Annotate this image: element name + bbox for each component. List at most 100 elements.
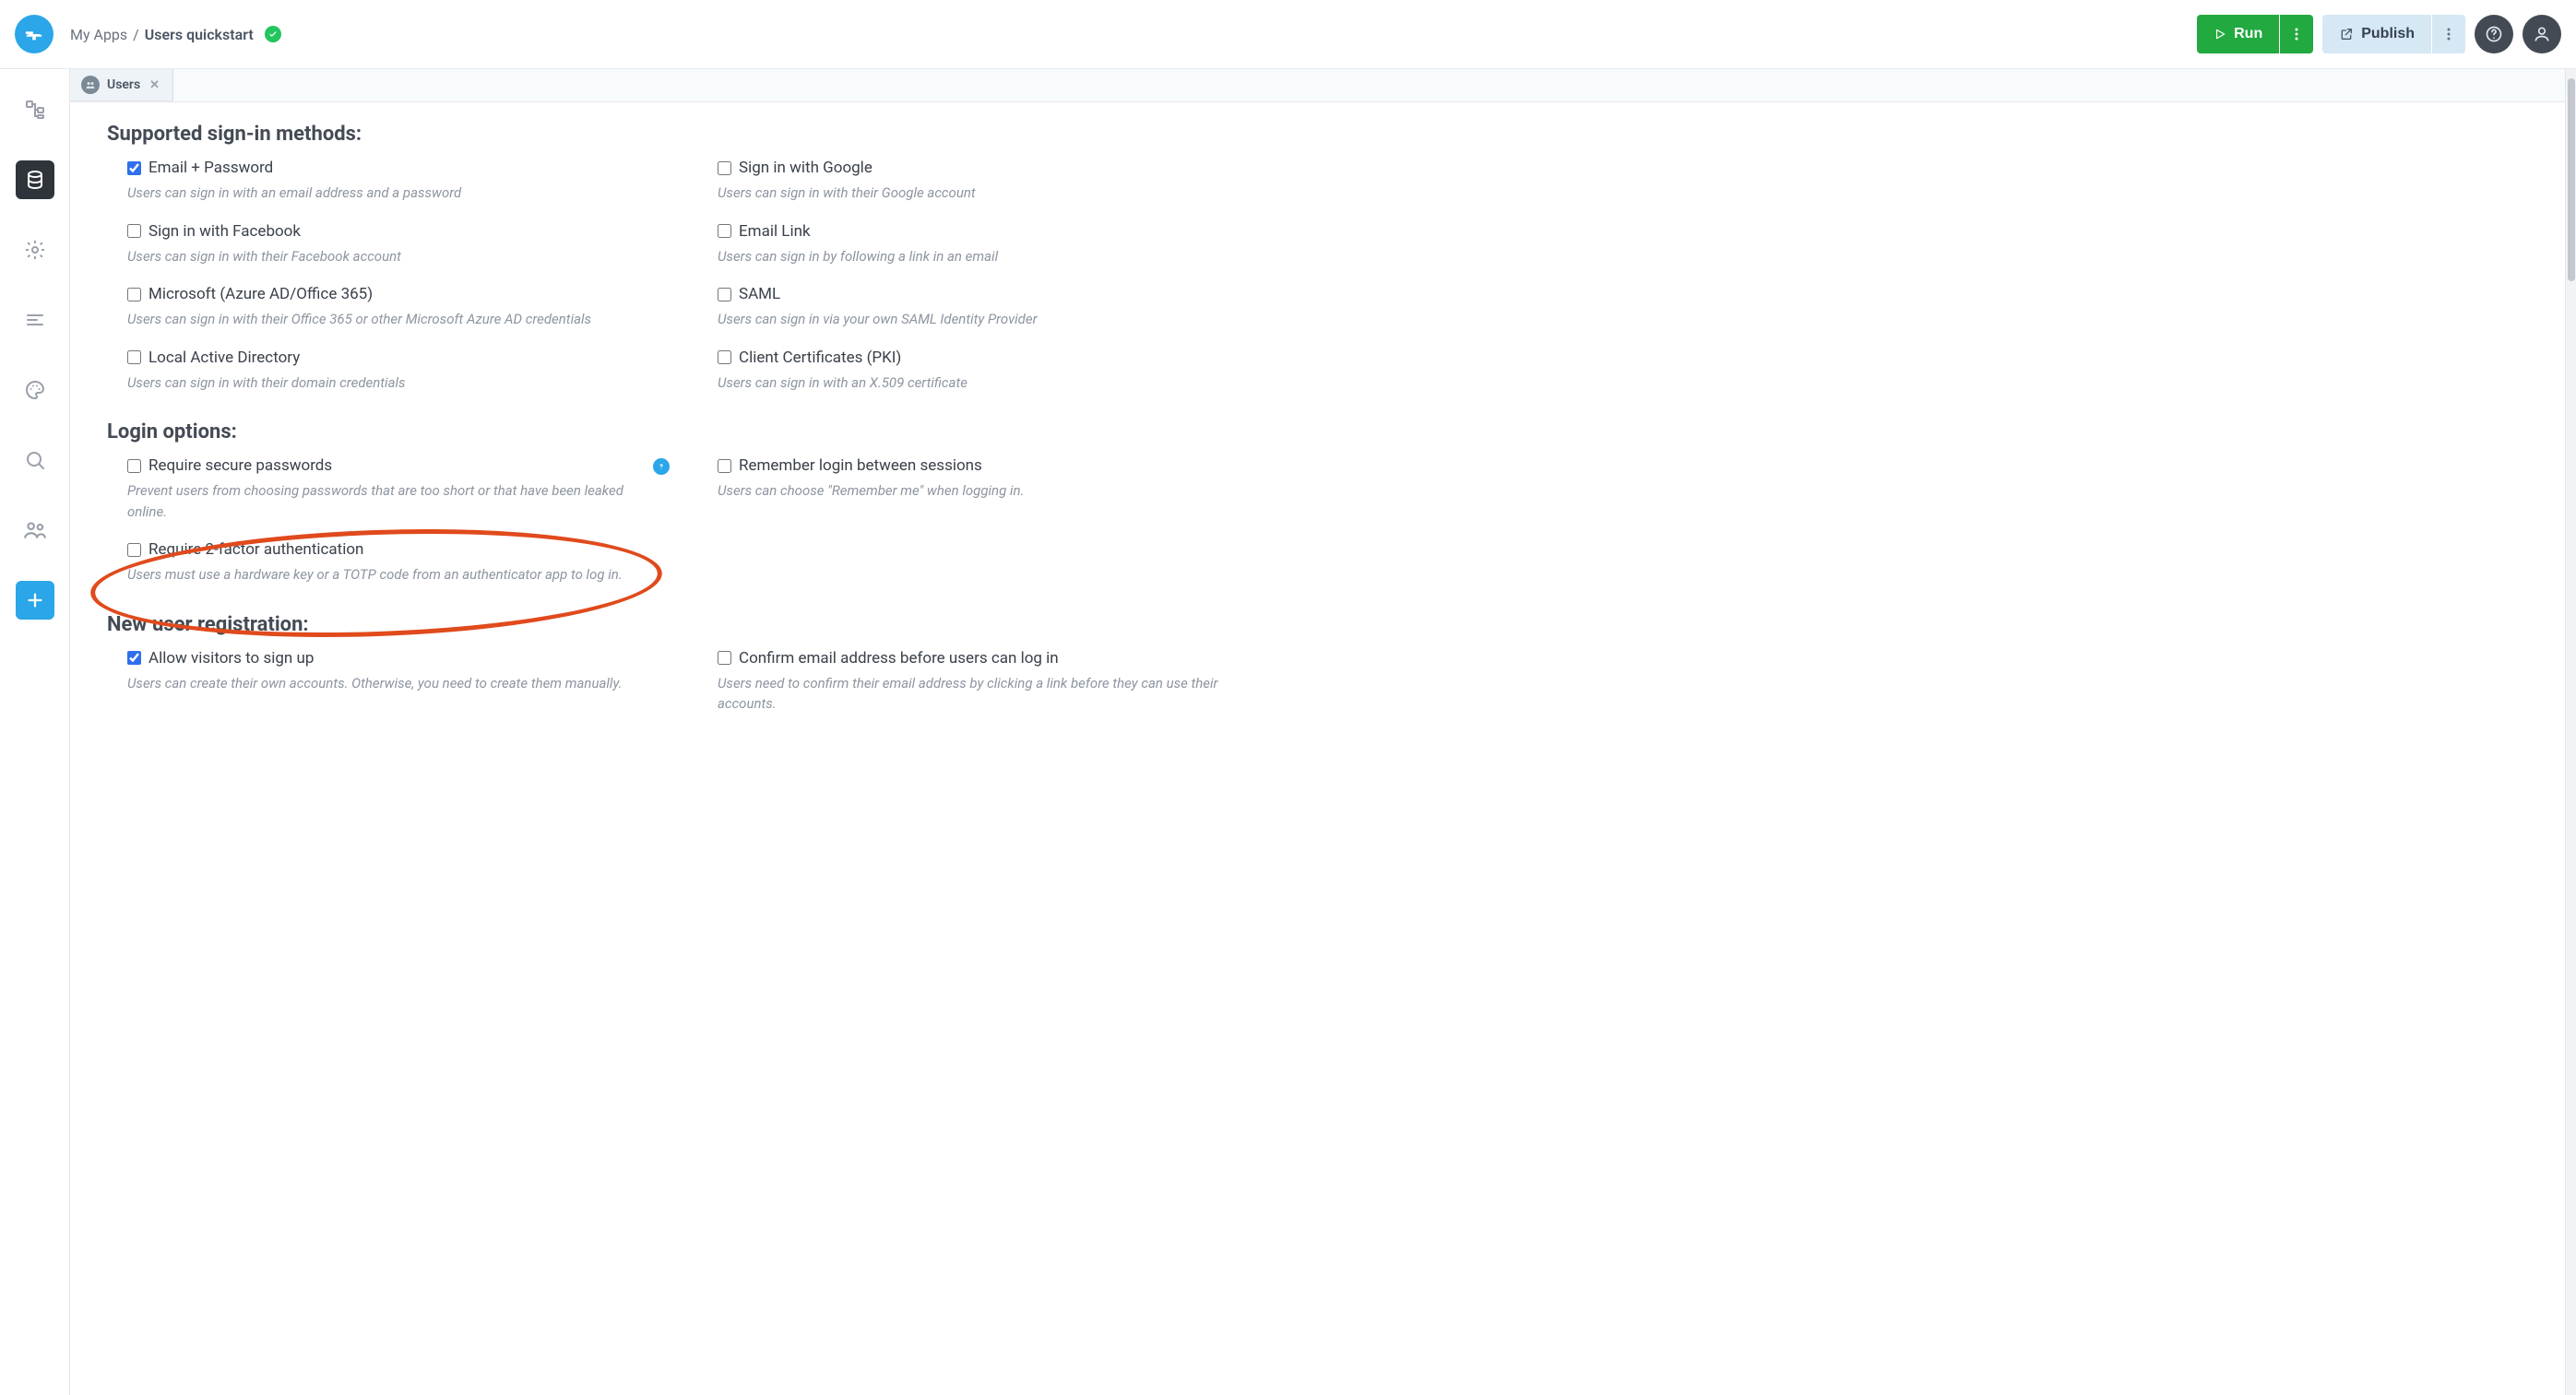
breadcrumb-current[interactable]: Users quickstart: [145, 26, 254, 43]
opt-remember-login: Remember login between sessions Users ca…: [718, 456, 1271, 522]
palette-icon: [24, 379, 46, 401]
more-vertical-icon: [2447, 28, 2451, 41]
opt-label: Require 2-factor authentication: [148, 540, 363, 559]
more-vertical-icon: [2295, 28, 2298, 41]
opt-desc: Users can sign in via your own SAML Iden…: [718, 309, 1241, 330]
section-title-login: Login options:: [107, 420, 2528, 443]
opt-local-ad: Local Active Directory Users can sign in…: [127, 349, 681, 394]
tree-icon: [24, 99, 46, 121]
opt-label: Email + Password: [148, 159, 273, 177]
opt-email-link: Email Link Users can sign in by followin…: [718, 222, 1271, 267]
opt-secure-passwords: Require secure passwords Prevent users f…: [127, 456, 681, 522]
topbar-actions: Run Publish: [2197, 15, 2561, 53]
opt-desc: Prevent users from choosing passwords th…: [127, 480, 651, 522]
lines-icon: [24, 309, 46, 331]
checkbox-confirm-email[interactable]: [718, 651, 731, 665]
opt-desc: Users can sign in with their Office 365 …: [127, 309, 651, 330]
opt-label: Local Active Directory: [148, 349, 300, 367]
publish-more-button[interactable]: [2432, 15, 2465, 53]
opt-client-cert: Client Certificates (PKI) Users can sign…: [718, 349, 1271, 394]
opt-confirm-email: Confirm email address before users can l…: [718, 649, 1271, 715]
run-more-button[interactable]: [2280, 15, 2313, 53]
checkbox-email-password[interactable]: [127, 161, 141, 175]
user-icon: [2533, 25, 2551, 43]
opt-2fa: Require 2-factor authentication Users mu…: [127, 540, 681, 585]
tabstrip: Users ✕: [70, 69, 2565, 102]
help-icon: [2485, 25, 2503, 43]
rail-item-users[interactable]: [16, 511, 54, 550]
help-tooltip-button[interactable]: [653, 458, 670, 475]
run-button[interactable]: Run: [2197, 15, 2279, 53]
opt-allow-signup: Allow visitors to sign up Users can crea…: [127, 649, 681, 715]
run-button-label: Run: [2234, 26, 2262, 42]
autosave-ok-badge: [265, 26, 281, 42]
opt-label: Confirm email address before users can l…: [739, 649, 1059, 668]
checkbox-microsoft[interactable]: [127, 288, 141, 301]
rail-item-add[interactable]: [16, 581, 54, 620]
opt-desc: Users must use a hardware key or a TOTP …: [127, 564, 651, 585]
checkbox-allow-signup[interactable]: [127, 651, 141, 665]
checkbox-facebook[interactable]: [127, 224, 141, 238]
checkbox-2fa[interactable]: [127, 543, 141, 557]
anvil-logo-icon: [24, 24, 44, 44]
tab-label: Users: [107, 77, 140, 92]
opt-desc: Users can sign in with an email address …: [127, 183, 651, 204]
opt-desc: Users can sign in by following a link in…: [718, 246, 1241, 267]
left-rail: [0, 69, 70, 1395]
play-icon: [2214, 28, 2226, 41]
rail-item-outline[interactable]: [16, 301, 54, 339]
checkbox-client-cert[interactable]: [718, 350, 731, 364]
plus-icon: [25, 590, 45, 610]
opt-label: Client Certificates (PKI): [739, 349, 901, 367]
opt-saml: SAML Users can sign in via your own SAML…: [718, 285, 1271, 330]
opt-desc: Users can sign in with their domain cred…: [127, 372, 651, 394]
rail-item-app-browser[interactable]: [16, 90, 54, 129]
checkbox-saml[interactable]: [718, 288, 731, 301]
opt-label: Allow visitors to sign up: [148, 649, 314, 668]
opt-label: Require secure passwords: [148, 456, 332, 475]
app-logo[interactable]: [15, 15, 53, 53]
opt-label: Sign in with Google: [739, 159, 873, 177]
opt-google: Sign in with Google Users can sign in wi…: [718, 159, 1271, 204]
opt-label: Microsoft (Azure AD/Office 365): [148, 285, 373, 303]
users-icon: [85, 79, 96, 90]
opt-email-password: Email + Password Users can sign in with …: [127, 159, 681, 204]
signin-grid: Email + Password Users can sign in with …: [127, 159, 2528, 393]
opt-facebook: Sign in with Facebook Users can sign in …: [127, 222, 681, 267]
section-title-register: New user registration:: [107, 613, 2528, 636]
help-button[interactable]: [2475, 15, 2513, 53]
checkbox-email-link[interactable]: [718, 224, 731, 238]
publish-button-label: Publish: [2361, 26, 2415, 42]
checkbox-secure-passwords[interactable]: [127, 459, 141, 473]
opt-label: Sign in with Facebook: [148, 222, 301, 241]
opt-label: SAML: [739, 285, 780, 303]
opt-desc: Users need to confirm their email addres…: [718, 673, 1241, 715]
register-grid: Allow visitors to sign up Users can crea…: [127, 649, 2528, 715]
checkbox-local-ad[interactable]: [127, 350, 141, 364]
checkbox-google[interactable]: [718, 161, 731, 175]
breadcrumb-separator: /: [133, 26, 139, 43]
gear-icon: [24, 239, 46, 261]
opt-label: Remember login between sessions: [739, 456, 982, 475]
search-icon: [24, 449, 46, 471]
publish-button[interactable]: Publish: [2322, 15, 2431, 53]
breadcrumb-parent[interactable]: My Apps: [70, 26, 127, 43]
question-icon: [657, 462, 666, 471]
main-scroll[interactable]: Supported sign-in methods: Email + Passw…: [70, 102, 2565, 1395]
rail-item-theme[interactable]: [16, 371, 54, 409]
tab-close-button[interactable]: ✕: [148, 78, 161, 92]
scrollbar-thumb[interactable]: [2568, 78, 2575, 281]
rail-item-settings[interactable]: [16, 231, 54, 269]
account-button[interactable]: [2523, 15, 2561, 53]
opt-desc: Users can sign in with an X.509 certific…: [718, 372, 1241, 394]
topbar: My Apps / Users quickstart Run Publish: [0, 0, 2576, 69]
tab-users[interactable]: Users ✕: [70, 69, 173, 101]
scrollbar[interactable]: [2565, 69, 2576, 1395]
checkbox-remember-login[interactable]: [718, 459, 731, 473]
opt-desc: Users can sign in with their Facebook ac…: [127, 246, 651, 267]
opt-desc: Users can choose "Remember me" when logg…: [718, 480, 1241, 502]
breadcrumb: My Apps / Users quickstart: [70, 26, 281, 43]
rail-item-data[interactable]: [16, 160, 54, 199]
rail-item-search[interactable]: [16, 441, 54, 479]
login-grid: Require secure passwords Prevent users f…: [127, 456, 2528, 585]
